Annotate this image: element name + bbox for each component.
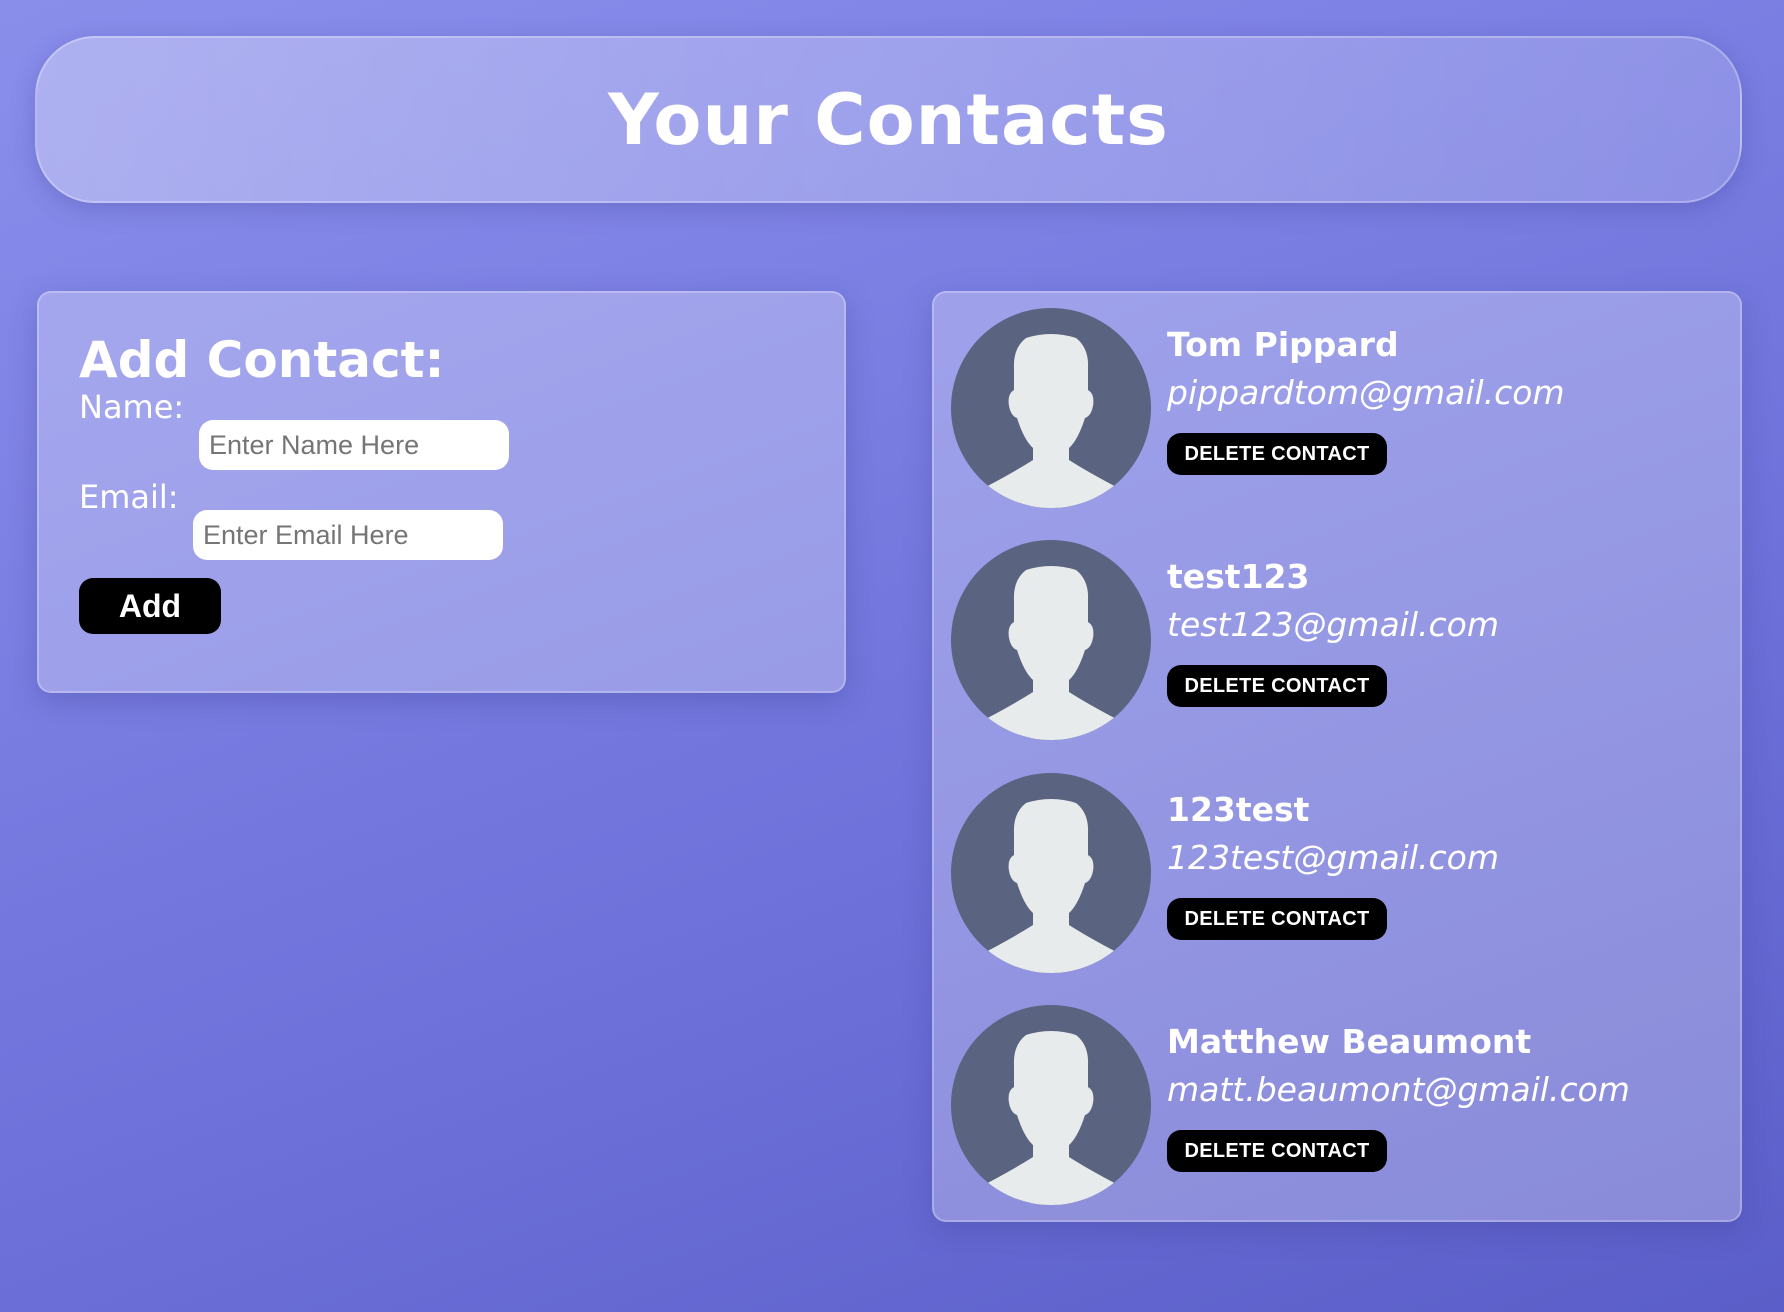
add-contact-button[interactable]: Add <box>79 578 221 634</box>
contact-name: Tom Pippard <box>1167 325 1399 364</box>
contact-email: matt.beaumont@gmail.com <box>1167 1070 1630 1109</box>
contact-card: test123 test123@gmail.com DELETE CONTACT <box>934 525 1740 740</box>
email-input[interactable] <box>193 510 503 560</box>
user-silhouette-icon <box>951 540 1151 740</box>
user-silhouette-icon <box>951 1005 1151 1205</box>
user-silhouette-icon <box>951 773 1151 973</box>
contact-card: Tom Pippard pippardtom@gmail.com DELETE … <box>934 293 1740 508</box>
contact-name: test123 <box>1167 557 1310 596</box>
add-contact-title: Add Contact: <box>79 331 445 389</box>
contacts-list: Tom Pippard pippardtom@gmail.com DELETE … <box>932 291 1742 1222</box>
page-header: Your Contacts <box>35 36 1742 203</box>
contact-card: 123test 123test@gmail.com DELETE CONTACT <box>934 758 1740 973</box>
contact-name: Matthew Beaumont <box>1167 1022 1532 1061</box>
contact-email: 123test@gmail.com <box>1167 838 1499 877</box>
user-silhouette-icon <box>951 308 1151 508</box>
delete-contact-button[interactable]: DELETE CONTACT <box>1167 665 1387 707</box>
add-contact-panel: Add Contact: Name: Email: Add <box>37 291 846 693</box>
contact-email: pippardtom@gmail.com <box>1167 373 1565 412</box>
name-input[interactable] <box>199 420 509 470</box>
page-title: Your Contacts <box>608 78 1169 161</box>
delete-contact-button[interactable]: DELETE CONTACT <box>1167 898 1387 940</box>
contact-name: 123test <box>1167 790 1310 829</box>
name-label: Name: <box>79 388 185 426</box>
contact-email: test123@gmail.com <box>1167 605 1499 644</box>
delete-contact-button[interactable]: DELETE CONTACT <box>1167 1130 1387 1172</box>
email-label: Email: <box>79 478 179 516</box>
delete-contact-button[interactable]: DELETE CONTACT <box>1167 433 1387 475</box>
contact-card: Matthew Beaumont matt.beaumont@gmail.com… <box>934 990 1740 1205</box>
